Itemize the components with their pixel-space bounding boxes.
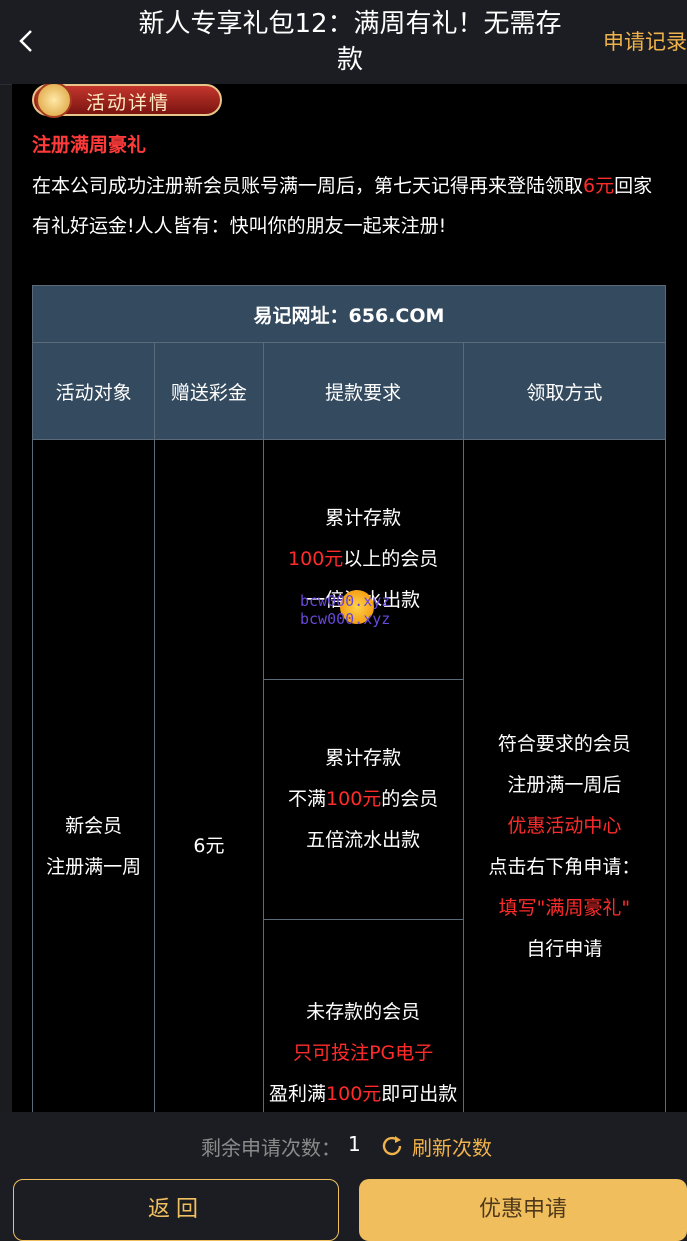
remaining-label: 剩余申请次数： [201,1136,341,1160]
refresh-icon[interactable] [380,1134,404,1158]
header-claim: 领取方式 [462,342,667,440]
back-button[interactable]: 返回 [13,1179,339,1241]
header-withdraw: 提款要求 [262,342,464,440]
header-target: 活动对象 [31,342,156,440]
remaining-count: 1 [348,1132,361,1156]
top-bar: 新人专享礼包12：满周有礼！无需存款 申请记录 [0,0,687,85]
bottom-bar: 剩余申请次数： 1 刷新次数 返回 优惠申请 [0,1112,687,1241]
apply-record-link[interactable]: 申请记录 [603,26,687,56]
section-title: 注册满周豪礼 [32,134,147,156]
badge-label: 活动详情 [86,92,171,114]
header-bonus: 赠送彩金 [154,342,264,440]
intro-text: 在本公司成功注册新会员账号满一周后，第七天记得再来登陆领取6元回家有礼好运金!人… [32,175,653,237]
requirement-deposit-under-100: 累计存款 不满100元的会员 五倍流水出款 [262,679,464,920]
requirement-deposit-100: 累计存款 100元以上的会员 一倍流水出款 [262,439,464,680]
page-title: 新人专享礼包12：满周有礼！无需存款 [138,9,562,75]
apply-button[interactable]: 优惠申请 [359,1179,687,1241]
target-cell: 新会员 注册满一周 [31,439,156,1112]
back-arrow-icon[interactable] [14,28,40,54]
watermark: bcw000.xyz bcw000.xyz [300,590,391,628]
activity-detail-badge: 活动详情 [32,84,222,118]
emblem-icon [36,84,72,118]
activity-table: 易记网址：656.COM 活动对象 赠送彩金 提款要求 领取方式 新会员 注册满一… [31,285,667,1112]
refresh-button[interactable]: 刷新次数 [412,1132,492,1161]
activity-content: 活动详情 注册满周豪礼 在本公司成功注册新会员账号满一周后，第七天记得再来登陆领… [12,84,687,1112]
claim-cell: 符合要求的会员 注册满一周后 优惠活动中心 点击右下角申请： 填写"满周豪礼" … [462,439,667,1112]
bonus-cell: 6元 [154,439,264,1112]
site-address: 易记网址：656.COM [32,285,666,343]
requirement-no-deposit: 未存款的会员 只可投注PG电子 盈利满100元即可出款 [262,919,464,1112]
